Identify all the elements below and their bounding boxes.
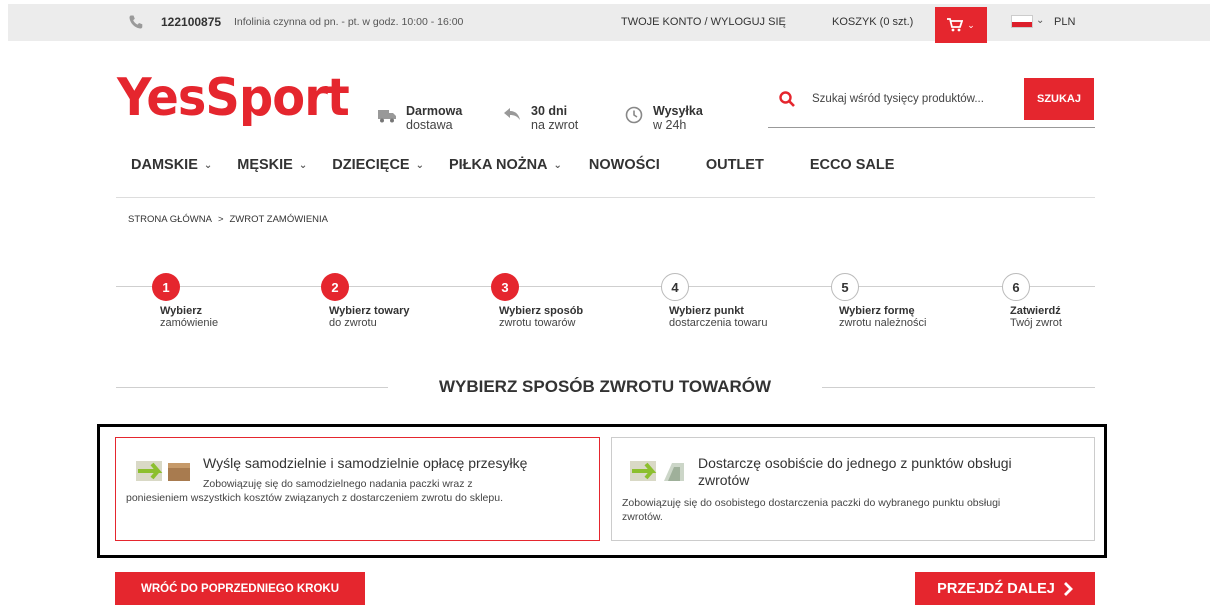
account-separator: /: [704, 16, 708, 28]
option-title: Wyślę samodzielnie i samodzielnie opłacę…: [203, 455, 528, 471]
my-account-link[interactable]: TWOJE KONTO: [621, 16, 701, 28]
step-label: Wybierz sposób: [499, 305, 584, 317]
breadcrumb: STRONA GŁÓWNA > ZWROT ZAMÓWIENIA: [128, 214, 328, 225]
nav-item-label: MĘSKIE: [237, 157, 293, 173]
step-number: 4: [661, 273, 689, 301]
option-description-line1: Zobowiązuję się do osobistego dostarczen…: [622, 497, 1001, 509]
clock-icon: [625, 106, 643, 124]
feature-line2: w 24h: [653, 118, 687, 132]
step-sublabel: zwrotu należności: [839, 317, 927, 329]
account-links: TWOJE KONTO / WYLOGUJ SIĘ: [621, 16, 786, 28]
hotline-hours: Infolinia czynna od pn. - pt. w godz. 10…: [234, 16, 464, 28]
option-personal-delivery[interactable]: Dostarczę osobiście do jednego z punktów…: [611, 437, 1095, 541]
step-3: 3 Wybierz sposób zwrotu towarów: [491, 273, 583, 329]
currency-selector[interactable]: PLN: [1054, 16, 1075, 28]
nav-item-pilka-nozna[interactable]: PIŁKA NOŻNA ⌄: [449, 157, 562, 173]
feature-free-delivery: Darmowa dostawa: [377, 104, 462, 132]
nav-item-label: OUTLET: [705, 157, 764, 173]
nav-item-outlet[interactable]: OUTLET: [706, 157, 764, 173]
next-button-label: PRZEJDŹ DALEJ: [937, 580, 1055, 597]
step-4: 4 Wybierz punkt dostarczenia towaru: [661, 273, 767, 329]
nav-item-label: NOWOŚCI: [588, 157, 660, 173]
progress-line: [116, 286, 1095, 287]
option-description-line1: Zobowiązuję się do samodzielnego nadania…: [203, 478, 473, 490]
top-bar: 122100875 Infolinia czynna od pn. - pt. …: [8, 4, 1210, 43]
step-sublabel: Twój zwrot: [1010, 317, 1062, 329]
next-button[interactable]: PRZEJDŹ DALEJ: [915, 572, 1095, 605]
poland-flag-icon[interactable]: [1011, 15, 1033, 28]
breadcrumb-home[interactable]: STRONA GŁÓWNA: [128, 214, 212, 225]
feature-30-day-return: 30 dni na zwrot: [502, 104, 578, 132]
step-5: 5 Wybierz formę zwrotu należności: [831, 273, 926, 329]
step-label: Wybierz: [160, 305, 202, 317]
option-title-line2: zwrotów: [698, 472, 750, 488]
step-label: Wybierz towary: [329, 305, 410, 317]
search-button[interactable]: SZUKAJ: [1024, 78, 1094, 120]
nav-item-label: DZIECIĘCE: [332, 157, 410, 173]
option-description-line2: zwrotów.: [622, 511, 663, 523]
step-sublabel: do zwrotu: [329, 317, 377, 329]
feature-line2: dostawa: [406, 118, 453, 132]
package-deliver-icon: [630, 461, 684, 481]
chevron-down-icon: ⌄: [298, 159, 308, 171]
section-divider-right: [822, 387, 1095, 388]
section-title: WYBIERZ SPOSÓB ZWROTU TOWARÓW: [438, 377, 772, 396]
search-icon: [779, 91, 795, 107]
step-label: Wybierz formę: [839, 305, 915, 317]
option-self-shipping[interactable]: Wyślę samodzielnie i samodzielnie opłacę…: [115, 437, 600, 541]
search-bar: SZUKAJ: [768, 78, 1095, 128]
package-send-icon: [136, 461, 190, 481]
step-number: 2: [321, 273, 349, 301]
cart-button[interactable]: ⌄: [935, 7, 987, 43]
back-button[interactable]: WRÓĆ DO POPRZEDNIEGO KROKU: [115, 572, 365, 605]
nav-divider: [116, 197, 1095, 198]
step-sublabel: dostarczenia towaru: [669, 317, 768, 329]
search-input[interactable]: [812, 88, 1012, 110]
option-description-line2: poniesieniem wszystkich kosztów związany…: [126, 492, 503, 504]
cart-link[interactable]: KOSZYK (0 szt.): [832, 16, 913, 28]
nav-item-nowosci[interactable]: NOWOŚCI: [589, 157, 660, 173]
step-sublabel: zamówienie: [160, 317, 219, 329]
option-title-line1: Dostarczę osobiście do jednego z punktów…: [698, 455, 1012, 471]
nav-item-label: ECCO SALE: [809, 157, 895, 173]
feature-line1: Wysyłka: [653, 104, 703, 118]
step-6: 6 Zatwierdź Twój zwrot: [1002, 273, 1062, 329]
nav-item-label: DAMSKIE: [131, 157, 198, 173]
step-label: Zatwierdź: [1010, 305, 1061, 317]
chevron-right-icon: [1063, 581, 1073, 596]
chevron-down-icon: ⌄: [553, 159, 562, 171]
feature-24h-shipping: Wysyłka w 24h: [624, 104, 703, 132]
hotline-number[interactable]: 122100875: [161, 15, 221, 29]
step-number: 5: [831, 273, 859, 301]
feature-line2: na zwrot: [531, 118, 579, 132]
chevron-down-icon: ⌄: [203, 159, 213, 171]
nav-item-label: PIŁKA NOŻNA: [448, 157, 548, 173]
feature-line1: 30 dni: [531, 104, 568, 118]
section-divider-left: [116, 387, 388, 388]
chevron-down-icon: ⌄: [1036, 15, 1045, 26]
step-2: 2 Wybierz towary do zwrotu: [321, 273, 410, 329]
nav-item-meskie[interactable]: MĘSKIE ⌄: [237, 157, 307, 173]
cart-icon: [947, 18, 964, 32]
step-label: Wybierz punkt: [669, 305, 744, 317]
chevron-down-icon: ⌄: [415, 159, 424, 171]
logout-link[interactable]: WYLOGUJ SIĘ: [711, 16, 786, 28]
feature-line1: Darmowa: [406, 104, 463, 118]
chevron-down-icon: ⌄: [967, 19, 975, 30]
nav-item-ecco-sale[interactable]: ECCO SALE: [810, 157, 895, 173]
step-1: 1 Wybierz zamówienie: [152, 273, 218, 329]
main-nav: DAMSKIE ⌄ MĘSKIE ⌄ DZIECIĘCE ⌄ PIŁKA NOŻNA ⌄…: [131, 157, 894, 173]
step-number: 1: [152, 273, 180, 301]
site-logo[interactable]: YesSport: [117, 68, 350, 128]
nav-item-dzieciece[interactable]: DZIECIĘCE ⌄: [332, 157, 424, 173]
breadcrumb-current: ZWROT ZAMÓWIENIA: [229, 214, 329, 225]
step-number: 3: [491, 273, 519, 301]
phone-icon: [129, 15, 143, 29]
return-arrow-icon: [504, 108, 520, 120]
breadcrumb-separator: >: [217, 214, 224, 225]
truck-icon: [378, 110, 396, 123]
nav-item-damskie[interactable]: DAMSKIE ⌄: [131, 157, 212, 173]
step-sublabel: zwrotu towarów: [499, 317, 576, 329]
step-number: 6: [1002, 273, 1030, 301]
